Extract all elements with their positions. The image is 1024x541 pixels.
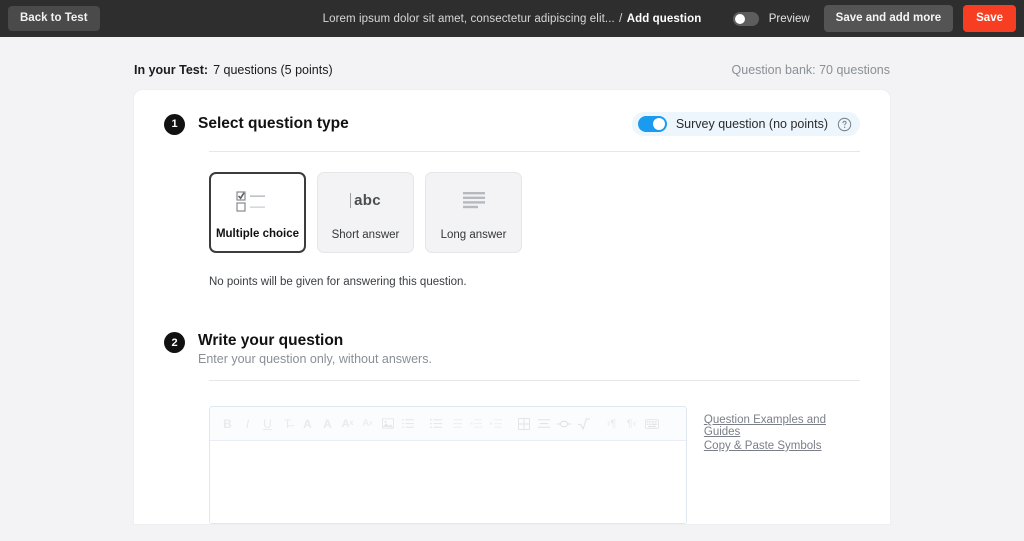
font-size-decrease-icon[interactable]: A: [318, 413, 337, 435]
preview-toggle[interactable]: [732, 11, 759, 26]
abc-text-cursor-icon: abc: [350, 187, 381, 213]
align-icon[interactable]: [534, 413, 553, 435]
question-type-short-answer[interactable]: abc Short answer: [317, 172, 414, 253]
question-type-multiple-choice[interactable]: Multiple choice: [209, 172, 306, 253]
font-size-increase-icon[interactable]: A: [298, 413, 317, 435]
bold-icon[interactable]: B: [218, 413, 237, 435]
breadcrumb-parent-link[interactable]: Lorem ipsum dolor sit amet, consectetur …: [323, 13, 615, 25]
survey-question-label: Survey question (no points): [675, 117, 828, 131]
question-editor-card: 1 Select question type Survey question (…: [134, 90, 890, 524]
survey-question-toggle[interactable]: [637, 116, 667, 132]
test-summary-row: In your Test: 7 questions (5 points) Ques…: [0, 37, 1024, 77]
paragraph-lines-icon: [461, 187, 487, 213]
question-examples-link[interactable]: Question Examples and Guides: [704, 414, 860, 438]
in-your-test-value: 7 questions (5 points): [213, 63, 333, 77]
step-1-divider: [209, 151, 860, 152]
question-type-label: Long answer: [440, 229, 507, 241]
checkbox-list-icon: [234, 188, 282, 214]
breadcrumb-current: Add question: [626, 12, 702, 25]
step-2-title: Write your question: [198, 332, 344, 349]
question-editor-row: B I U T̶ A A Ax Ax ›¶ ¶‹ Question Exampl…: [209, 406, 860, 524]
in-your-test-label: In your Test:: [134, 63, 209, 77]
in-your-test-summary: In your Test: 7 questions (5 points): [134, 63, 333, 77]
indent-decrease-icon[interactable]: [466, 413, 485, 435]
copy-paste-symbols-link[interactable]: Copy & Paste Symbols: [704, 440, 860, 452]
breadcrumb-separator: /: [619, 12, 623, 25]
question-type-long-answer[interactable]: Long answer: [425, 172, 522, 253]
step-2-text-block: Write your question Enter your question …: [198, 332, 432, 366]
question-mark-circle-icon[interactable]: [837, 117, 852, 132]
step-2-divider: [209, 380, 860, 381]
no-points-note: No points will be given for answering th…: [209, 276, 467, 288]
bullet-list-icon[interactable]: [426, 413, 445, 435]
question-type-label: Short answer: [331, 229, 400, 241]
indent-increase-icon[interactable]: [486, 413, 505, 435]
math-formula-icon[interactable]: [574, 413, 593, 435]
step-1-title: Select question type: [198, 115, 349, 132]
ltr-direction-icon[interactable]: ›¶: [602, 413, 621, 435]
step-2-subtitle: Enter your question only, without answer…: [198, 352, 432, 366]
insert-table-icon[interactable]: [514, 413, 533, 435]
italic-icon[interactable]: I: [238, 413, 257, 435]
top-bar: Back to Test Lorem ipsum dolor sit amet,…: [0, 0, 1024, 37]
insert-image-icon[interactable]: [378, 413, 397, 435]
editor-help-links: Question Examples and Guides Copy & Past…: [704, 406, 860, 524]
question-bank-info[interactable]: Question bank: 70 questions: [732, 63, 890, 77]
step-1-badge: 1: [164, 113, 185, 135]
survey-question-control: Survey question (no points): [631, 112, 860, 136]
step-1-header: 1 Select question type Survey question (…: [164, 112, 860, 136]
top-bar-actions: Preview Save and add more Save: [732, 4, 1016, 33]
editor-toolbar: B I U T̶ A A Ax Ax ›¶ ¶‹: [210, 407, 686, 441]
step-2-badge: 2: [164, 332, 185, 353]
numbered-list-icon[interactable]: [446, 413, 465, 435]
underline-icon[interactable]: U: [258, 413, 277, 435]
ordered-list-icon[interactable]: [398, 413, 417, 435]
save-and-add-more-button[interactable]: Save and add more: [823, 4, 954, 33]
strikethrough-icon[interactable]: T̶: [278, 413, 297, 435]
question-text-input[interactable]: [210, 441, 686, 523]
keyboard-icon[interactable]: [642, 413, 661, 435]
subscript-icon[interactable]: Ax: [358, 413, 377, 435]
question-type-label: Multiple choice: [215, 228, 300, 240]
preview-label: Preview: [768, 12, 810, 25]
back-to-test-button[interactable]: Back to Test: [8, 5, 100, 32]
rich-text-editor: B I U T̶ A A Ax Ax ›¶ ¶‹: [209, 406, 687, 524]
superscript-icon[interactable]: Ax: [338, 413, 357, 435]
step-2-header: 2 Write your question Enter your questio…: [164, 332, 860, 366]
rtl-direction-icon[interactable]: ¶‹: [622, 413, 641, 435]
save-button[interactable]: Save: [963, 4, 1016, 33]
question-type-options: Multiple choice abc Short answer Long an…: [209, 172, 860, 253]
insert-link-icon[interactable]: [554, 413, 573, 435]
